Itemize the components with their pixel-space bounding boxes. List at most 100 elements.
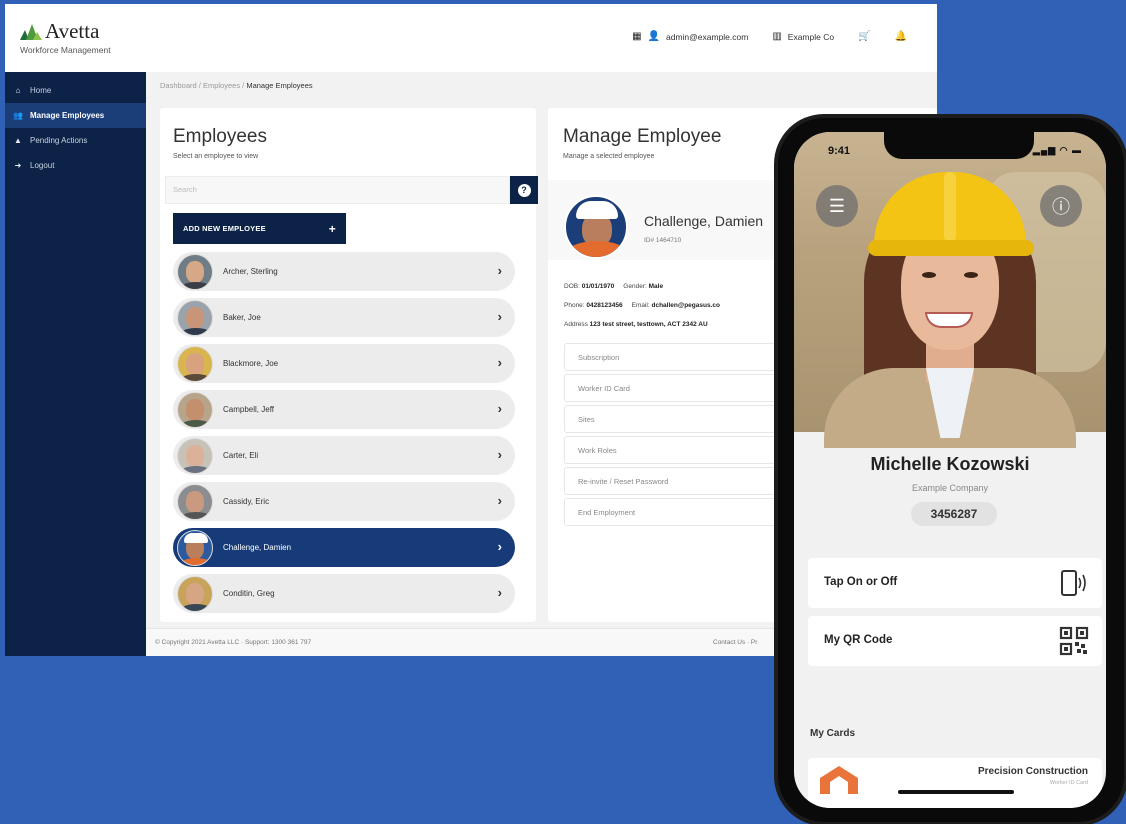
worker-card[interactable]: Precision Construction Worker ID Card	[808, 758, 1102, 808]
profile-name: Michelle Kozowski	[870, 454, 1030, 474]
detail-phone-email: Phone: 0428123456 Email: dchallen@pegasu…	[564, 302, 720, 309]
avatar	[177, 437, 213, 474]
my-cards-heading: My Cards	[810, 728, 856, 739]
avatar	[564, 195, 628, 259]
phone-value: 0428123456	[586, 302, 623, 309]
avatar	[177, 299, 213, 336]
top-nav: ▦ 👤 admin@example.com ▥ Example Co 🛒 🔔	[632, 31, 907, 42]
sidebar-item-manage-employees[interactable]: 👥 Manage Employees	[5, 103, 146, 128]
menu-item-sites[interactable]: Sites	[564, 405, 794, 433]
manage-subtitle: Manage a selected employee	[563, 153, 655, 160]
employee-name: Carter, Eli	[223, 451, 259, 460]
employee-row[interactable]: Campbell, Jeff ›	[173, 390, 515, 429]
manage-title: Manage Employee	[563, 126, 722, 147]
logout-icon: ➜	[14, 161, 22, 170]
dob-value: 01/01/1970	[581, 283, 615, 290]
chevron-right-icon: ›	[497, 355, 502, 370]
menu-item-subscription[interactable]: Subscription	[564, 343, 794, 371]
sidebar-item-pending-actions[interactable]: ▲ Pending Actions	[5, 128, 146, 153]
employee-row[interactable]: Cassidy, Eric ›	[173, 482, 515, 521]
chevron-right-icon: ›	[497, 263, 502, 278]
breadcrumb-current: Manage Employees	[246, 81, 313, 90]
home-indicator[interactable]	[898, 790, 1014, 794]
menu-item-work-roles[interactable]: Work Roles	[564, 436, 794, 464]
gender-value: Male	[648, 283, 664, 290]
address-label: Address	[564, 321, 588, 328]
info-icon[interactable]: ⓘ	[1040, 185, 1082, 227]
detail-address: Address 123 test street, testtown, ACT 2…	[564, 321, 708, 328]
brand-subtitle: Workforce Management	[20, 45, 111, 55]
status-time: 9:41	[828, 145, 851, 157]
employee-row[interactable]: Baker, Joe ›	[173, 298, 515, 337]
user-icon: 👤	[647, 31, 660, 42]
sidebar-item-home[interactable]: ⌂ Home	[5, 78, 146, 103]
add-button-label: ADD NEW EMPLOYEE	[183, 224, 266, 233]
tap-on-off-button[interactable]: Tap On or Off	[808, 558, 1102, 608]
email-value[interactable]: dchallen@pegasus.co	[651, 302, 719, 309]
employee-row[interactable]: Conditin, Greg ›	[173, 574, 515, 613]
employee-row[interactable]: Archer, Sterling ›	[173, 252, 515, 291]
employee-row-selected[interactable]: Challenge, Damien ›	[173, 528, 515, 567]
help-icon: ?	[517, 183, 531, 197]
building-icon: ▥	[772, 31, 782, 42]
employee-row[interactable]: Carter, Eli ›	[173, 436, 515, 475]
bell-icon[interactable]: 🔔	[895, 31, 907, 42]
email-label: Email:	[631, 302, 650, 309]
employee-name: Conditin, Greg	[223, 589, 275, 598]
company-selector[interactable]: Example Co	[788, 32, 834, 42]
sidebar-item-label: Manage Employees	[30, 111, 105, 120]
company-logo-icon	[820, 766, 858, 794]
employee-name: Challenge, Damien	[223, 543, 292, 552]
phone-notch	[884, 132, 1034, 159]
nfc-phone-icon	[1061, 570, 1086, 596]
breadcrumb: Dashboard / Employees / Manage Employees	[160, 81, 313, 90]
employee-row[interactable]: Blackmore, Joe ›	[173, 344, 515, 383]
breadcrumb-dashboard[interactable]: Dashboard	[160, 81, 197, 90]
chevron-right-icon: ›	[497, 447, 502, 462]
employee-full-name: Challenge, Damien	[644, 213, 764, 229]
avatar	[177, 345, 213, 382]
hamburger-menu-icon[interactable]: ☰	[816, 185, 858, 227]
search-button[interactable]: ?	[510, 176, 538, 204]
avatar	[177, 529, 213, 566]
avatar	[177, 253, 213, 290]
employee-name: Campbell, Jeff	[223, 405, 274, 414]
employee-name: Blackmore, Joe	[223, 359, 279, 368]
cart-icon[interactable]: 🛒	[858, 31, 870, 42]
phone-label: Phone:	[564, 302, 585, 309]
users-icon: 👥	[13, 111, 23, 120]
breadcrumb-employees[interactable]: Employees	[203, 81, 240, 90]
menu-item-reinvite[interactable]: Re-invite / Reset Password	[564, 467, 794, 495]
top-bar: Avetta Workforce Management ▦ 👤 admin@ex…	[5, 4, 937, 72]
menu-item-worker-id-card[interactable]: Worker ID Card	[564, 374, 794, 402]
search-input[interactable]: Search	[165, 176, 510, 204]
employee-name: Cassidy, Eric	[223, 497, 270, 506]
chevron-right-icon: ›	[497, 309, 502, 324]
employees-subtitle: Select an employee to view	[173, 153, 259, 160]
status-icons: ▂▄▆ ◠ ▬	[1032, 145, 1082, 155]
qr-code-icon	[1059, 626, 1089, 656]
profile-photo	[794, 132, 1106, 448]
my-qr-code-button[interactable]: My QR Code	[808, 616, 1102, 666]
manage-menu: Subscription Worker ID Card Sites Work R…	[564, 343, 794, 529]
card-organization: Precision Construction	[977, 766, 1088, 777]
profile-company: Example Company	[911, 483, 989, 493]
brand-name: Avetta	[45, 19, 100, 43]
footer-contact-link[interactable]: Contact Us · Pr	[713, 639, 757, 646]
add-new-employee-button[interactable]: ADD NEW EMPLOYEE +	[173, 213, 346, 244]
home-icon: ⌂	[15, 86, 21, 95]
user-email[interactable]: admin@example.com	[666, 32, 748, 42]
menu-item-end-employment[interactable]: End Employment	[564, 498, 794, 526]
card-type: Worker ID Card	[1049, 780, 1088, 786]
sidebar-item-logout[interactable]: ➜ Logout	[5, 153, 146, 178]
avatar	[177, 575, 213, 612]
employee-name: Archer, Sterling	[223, 267, 278, 276]
phone-screen: 9:41 ▂▄▆ ◠ ▬ ☰ ⓘ Michelle Kozowski Examp…	[794, 132, 1106, 808]
dob-label: DOB:	[564, 283, 580, 290]
chevron-right-icon: ›	[497, 401, 502, 416]
chevron-right-icon: ›	[497, 539, 502, 554]
apps-grid-icon[interactable]: ▦	[632, 31, 641, 42]
address-value: 123 test street, testtown, ACT 2342 AU	[589, 321, 708, 328]
sidebar-item-label: Logout	[30, 161, 55, 170]
avatar	[177, 391, 213, 428]
